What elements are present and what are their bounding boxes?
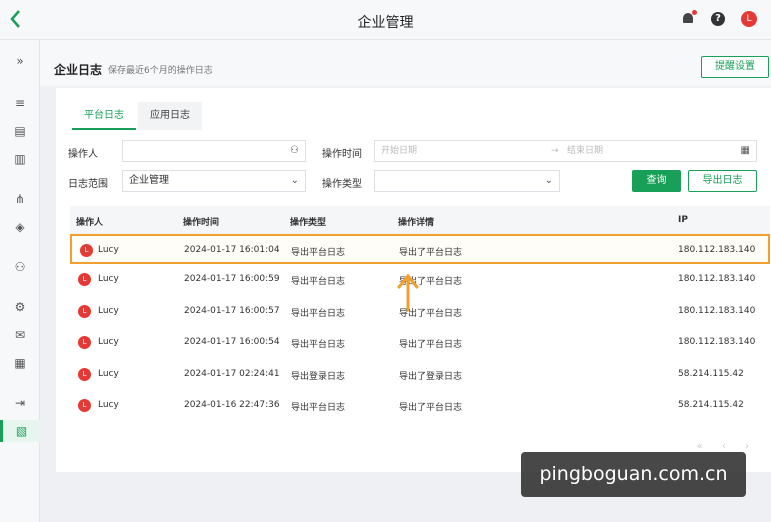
avatar: L bbox=[78, 399, 91, 412]
row-ip: 180.112.183.140 bbox=[678, 245, 756, 255]
table-header: 操作人 操作时间 操作类型 操作详情 IP bbox=[70, 206, 770, 234]
column-ip: IP bbox=[678, 215, 688, 225]
row-time: 2024-01-17 16:00:57 bbox=[184, 306, 280, 316]
operator-input[interactable]: ⚇ bbox=[122, 140, 306, 162]
row-type: 导出登录日志 bbox=[291, 372, 346, 382]
scope-select[interactable]: 企业管理 ⌄ bbox=[122, 170, 306, 192]
chevron-down-icon: ⌄ bbox=[290, 175, 299, 186]
clipboard-icon[interactable]: ▤ bbox=[0, 120, 40, 142]
time-label: 操作时间 bbox=[322, 149, 362, 160]
log-icon[interactable]: ▧ bbox=[0, 420, 40, 442]
page-subtitle: 保存最近6个月的操作日志 bbox=[108, 66, 213, 76]
avatar[interactable]: L bbox=[741, 11, 757, 27]
row-user: Lucy bbox=[98, 274, 119, 284]
row-detail: 导出了登录日志 bbox=[399, 372, 463, 382]
row-user: Lucy bbox=[98, 306, 119, 316]
avatar: L bbox=[78, 336, 91, 349]
org-icon[interactable]: ⋔ bbox=[0, 188, 40, 210]
sidebar-expand-icon[interactable]: » bbox=[0, 50, 40, 72]
row-type: 导出平台日志 bbox=[291, 277, 346, 287]
calendar-icon[interactable]: ▦ bbox=[0, 352, 40, 374]
row-ip: 58.214.115.42 bbox=[678, 400, 744, 410]
export-icon[interactable]: ⇥ bbox=[0, 392, 40, 414]
column-detail: 操作详情 bbox=[398, 218, 435, 228]
row-detail: 导出了平台日志 bbox=[399, 340, 463, 350]
tab-app-log[interactable]: 应用日志 bbox=[138, 102, 202, 130]
row-time: 2024-01-16 22:47:36 bbox=[184, 400, 280, 410]
row-detail: 导出了平台日志 bbox=[399, 403, 463, 413]
operator-label: 操作人 bbox=[68, 149, 98, 160]
row-detail: 导出了平台日志 bbox=[399, 248, 463, 258]
end-date-placeholder: 结束日期 bbox=[567, 146, 604, 156]
table-row[interactable]: L Lucy 2024-01-17 16:01:04 导出平台日志 导出了平台日… bbox=[70, 234, 770, 264]
page-title: 企业日志 bbox=[54, 63, 103, 77]
watermark: pingboguan.com.cn bbox=[521, 452, 746, 497]
row-type: 导出平台日志 bbox=[291, 340, 346, 350]
avatar: L bbox=[80, 244, 93, 257]
row-time: 2024-01-17 02:24:41 bbox=[184, 369, 280, 379]
mail-icon[interactable]: ✉ bbox=[0, 324, 40, 346]
scope-label: 日志范围 bbox=[68, 179, 108, 190]
table-row[interactable]: L Lucy 2024-01-17 16:00:54 导出平台日志 导出了平台日… bbox=[70, 328, 770, 358]
start-date-placeholder: 开始日期 bbox=[381, 146, 418, 156]
row-ip: 58.214.115.42 bbox=[678, 369, 744, 379]
row-user: Lucy bbox=[98, 400, 119, 410]
remind-settings-button[interactable]: 提醒设置 bbox=[701, 56, 769, 78]
table-row[interactable]: L Lucy 2024-01-17 16:00:57 导出平台日志 导出了平台日… bbox=[70, 297, 770, 327]
pagination[interactable]: « ‹ › bbox=[697, 441, 757, 452]
row-type: 导出平台日志 bbox=[291, 248, 346, 258]
avatar: L bbox=[78, 368, 91, 381]
log-card: 平台日志 应用日志 操作人 ⚇ 操作时间 开始日期 → 结束日期 ▦ 日志范围 … bbox=[56, 88, 771, 472]
row-time: 2024-01-17 16:01:04 bbox=[184, 245, 280, 255]
type-select[interactable]: ⌄ bbox=[374, 170, 560, 192]
row-type: 导出平台日志 bbox=[291, 309, 346, 319]
app-title: 企业管理 bbox=[357, 15, 414, 31]
row-user: Lucy bbox=[98, 337, 119, 347]
log-tabs: 平台日志 应用日志 bbox=[72, 102, 204, 130]
book-icon[interactable]: ▥ bbox=[0, 148, 40, 170]
gear-icon[interactable]: ⚙ bbox=[0, 296, 40, 318]
table-row[interactable]: L Lucy 2024-01-17 02:24:41 导出登录日志 导出了登录日… bbox=[70, 360, 770, 390]
layers-icon[interactable]: ≡ bbox=[0, 92, 40, 114]
export-log-button[interactable]: 导出日志 bbox=[688, 170, 757, 192]
row-ip: 180.112.183.140 bbox=[678, 306, 756, 316]
row-user: Lucy bbox=[98, 245, 119, 255]
sidebar: » ≡ ▤ ▥ ⋔ ◈ ⚇ ⚙ ✉ ▦ ⇥ ▧ bbox=[0, 40, 40, 522]
page-header: 企业日志 保存最近6个月的操作日志 提醒设置 bbox=[40, 40, 771, 86]
query-button[interactable]: 查询 bbox=[632, 170, 681, 192]
user-icon[interactable]: ⚇ bbox=[0, 256, 40, 278]
bell-icon[interactable] bbox=[681, 10, 697, 26]
row-ip: 180.112.183.140 bbox=[678, 337, 756, 347]
tab-platform-log[interactable]: 平台日志 bbox=[72, 102, 136, 130]
row-ip: 180.112.183.140 bbox=[678, 274, 756, 284]
table-row[interactable]: L Lucy 2024-01-16 22:47:36 导出平台日志 导出了平台日… bbox=[70, 391, 770, 421]
arrow-up-icon bbox=[397, 273, 419, 312]
row-type: 导出平台日志 bbox=[291, 403, 346, 413]
help-icon[interactable]: ? bbox=[711, 12, 725, 26]
person-icon: ⚇ bbox=[290, 145, 299, 156]
column-operator: 操作人 bbox=[76, 218, 104, 228]
date-range-input[interactable]: 开始日期 → 结束日期 ▦ bbox=[374, 140, 757, 162]
row-time: 2024-01-17 16:00:59 bbox=[184, 274, 280, 284]
app-icon[interactable]: ◈ bbox=[0, 216, 40, 238]
top-bar: 企业管理 ? L bbox=[0, 0, 771, 40]
chevron-down-icon: ⌄ bbox=[544, 175, 553, 186]
scope-value: 企业管理 bbox=[129, 175, 169, 186]
avatar: L bbox=[78, 305, 91, 318]
avatar: L bbox=[78, 273, 91, 286]
type-label: 操作类型 bbox=[322, 179, 362, 190]
row-time: 2024-01-17 16:00:54 bbox=[184, 337, 280, 347]
calendar-icon: ▦ bbox=[740, 145, 750, 156]
row-user: Lucy bbox=[98, 369, 119, 379]
table-row[interactable]: L Lucy 2024-01-17 16:00:59 导出平台日志 导出了平台日… bbox=[70, 265, 770, 295]
date-separator: → bbox=[551, 146, 559, 156]
column-type: 操作类型 bbox=[290, 218, 327, 228]
column-time: 操作时间 bbox=[183, 218, 220, 228]
